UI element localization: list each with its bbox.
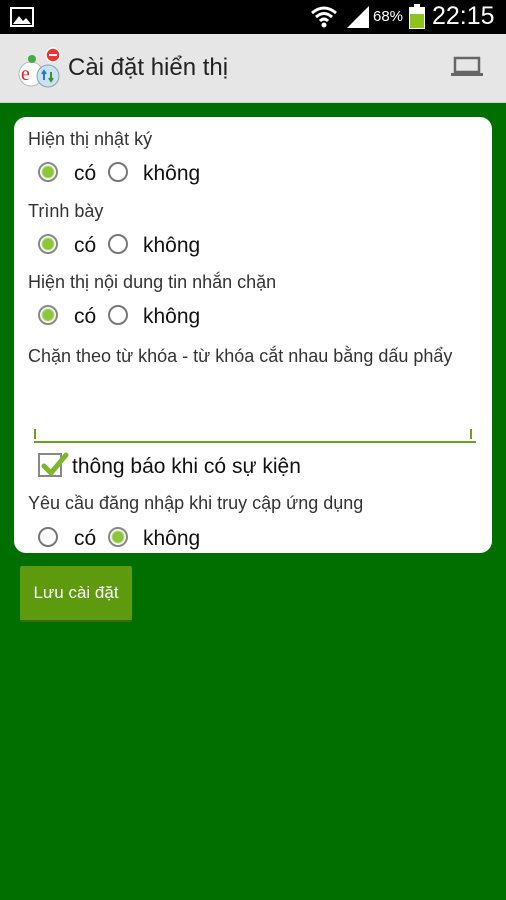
require-login-no-radio[interactable] bbox=[108, 527, 128, 547]
require-login-yes-text: có bbox=[74, 527, 97, 550]
show-log-no-text: không bbox=[143, 162, 201, 185]
presentation-yes-radio[interactable] bbox=[38, 234, 58, 254]
wifi-icon bbox=[310, 5, 338, 34]
signal-strength-icon bbox=[346, 6, 370, 33]
notify-on-event-label: thông báo khi có sự kiện bbox=[72, 455, 301, 478]
show-blocked-content-yes-text: có bbox=[74, 305, 97, 328]
app-logo-icon: e bbox=[16, 46, 62, 95]
battery-percent: 68% bbox=[373, 8, 404, 25]
presentation-yes-text: có bbox=[74, 234, 97, 257]
svg-text:e: e bbox=[21, 63, 30, 85]
require-login-yes-radio[interactable] bbox=[38, 527, 58, 547]
presentation-no-text: không bbox=[143, 234, 201, 257]
save-settings-button[interactable]: Lưu cài đặt bbox=[20, 566, 132, 622]
notify-on-event-checkbox[interactable] bbox=[38, 452, 69, 477]
require-login-no-text: không bbox=[143, 527, 201, 550]
show-log-no-radio[interactable] bbox=[108, 162, 128, 182]
gallery-notification-icon bbox=[10, 7, 34, 32]
show-blocked-content-no-text: không bbox=[143, 305, 201, 328]
show-log-label: Hiện thị nhật ký bbox=[28, 129, 153, 149]
clock: 22:15 bbox=[432, 2, 495, 30]
settings-card: Hiện thị nhật ký có không Trình bày có k… bbox=[14, 117, 492, 553]
show-blocked-content-yes-radio[interactable] bbox=[38, 305, 58, 325]
laptop-icon[interactable] bbox=[450, 56, 484, 83]
keyword-block-input[interactable] bbox=[34, 405, 476, 443]
page-title: Cài đặt hiển thị bbox=[68, 54, 229, 81]
battery-icon bbox=[408, 4, 426, 35]
action-bar: e Cài đặt hiển thị bbox=[0, 34, 506, 103]
status-bar: 68% 22:15 bbox=[0, 0, 506, 34]
checkmark-icon bbox=[41, 452, 69, 476]
presentation-no-radio[interactable] bbox=[108, 234, 128, 254]
show-blocked-content-no-radio[interactable] bbox=[108, 305, 128, 325]
show-blocked-content-label: Hiện thị nội dung tin nhắn chặn bbox=[28, 272, 277, 292]
require-login-label: Yêu cầu đăng nhập khi truy cập ứng dụng bbox=[28, 493, 364, 513]
keyword-block-label: Chặn theo từ khóa - từ khóa cắt nhau bằn… bbox=[28, 346, 453, 366]
show-log-yes-text: có bbox=[74, 162, 97, 185]
presentation-label: Trình bày bbox=[28, 201, 104, 221]
show-log-yes-radio[interactable] bbox=[38, 162, 58, 182]
